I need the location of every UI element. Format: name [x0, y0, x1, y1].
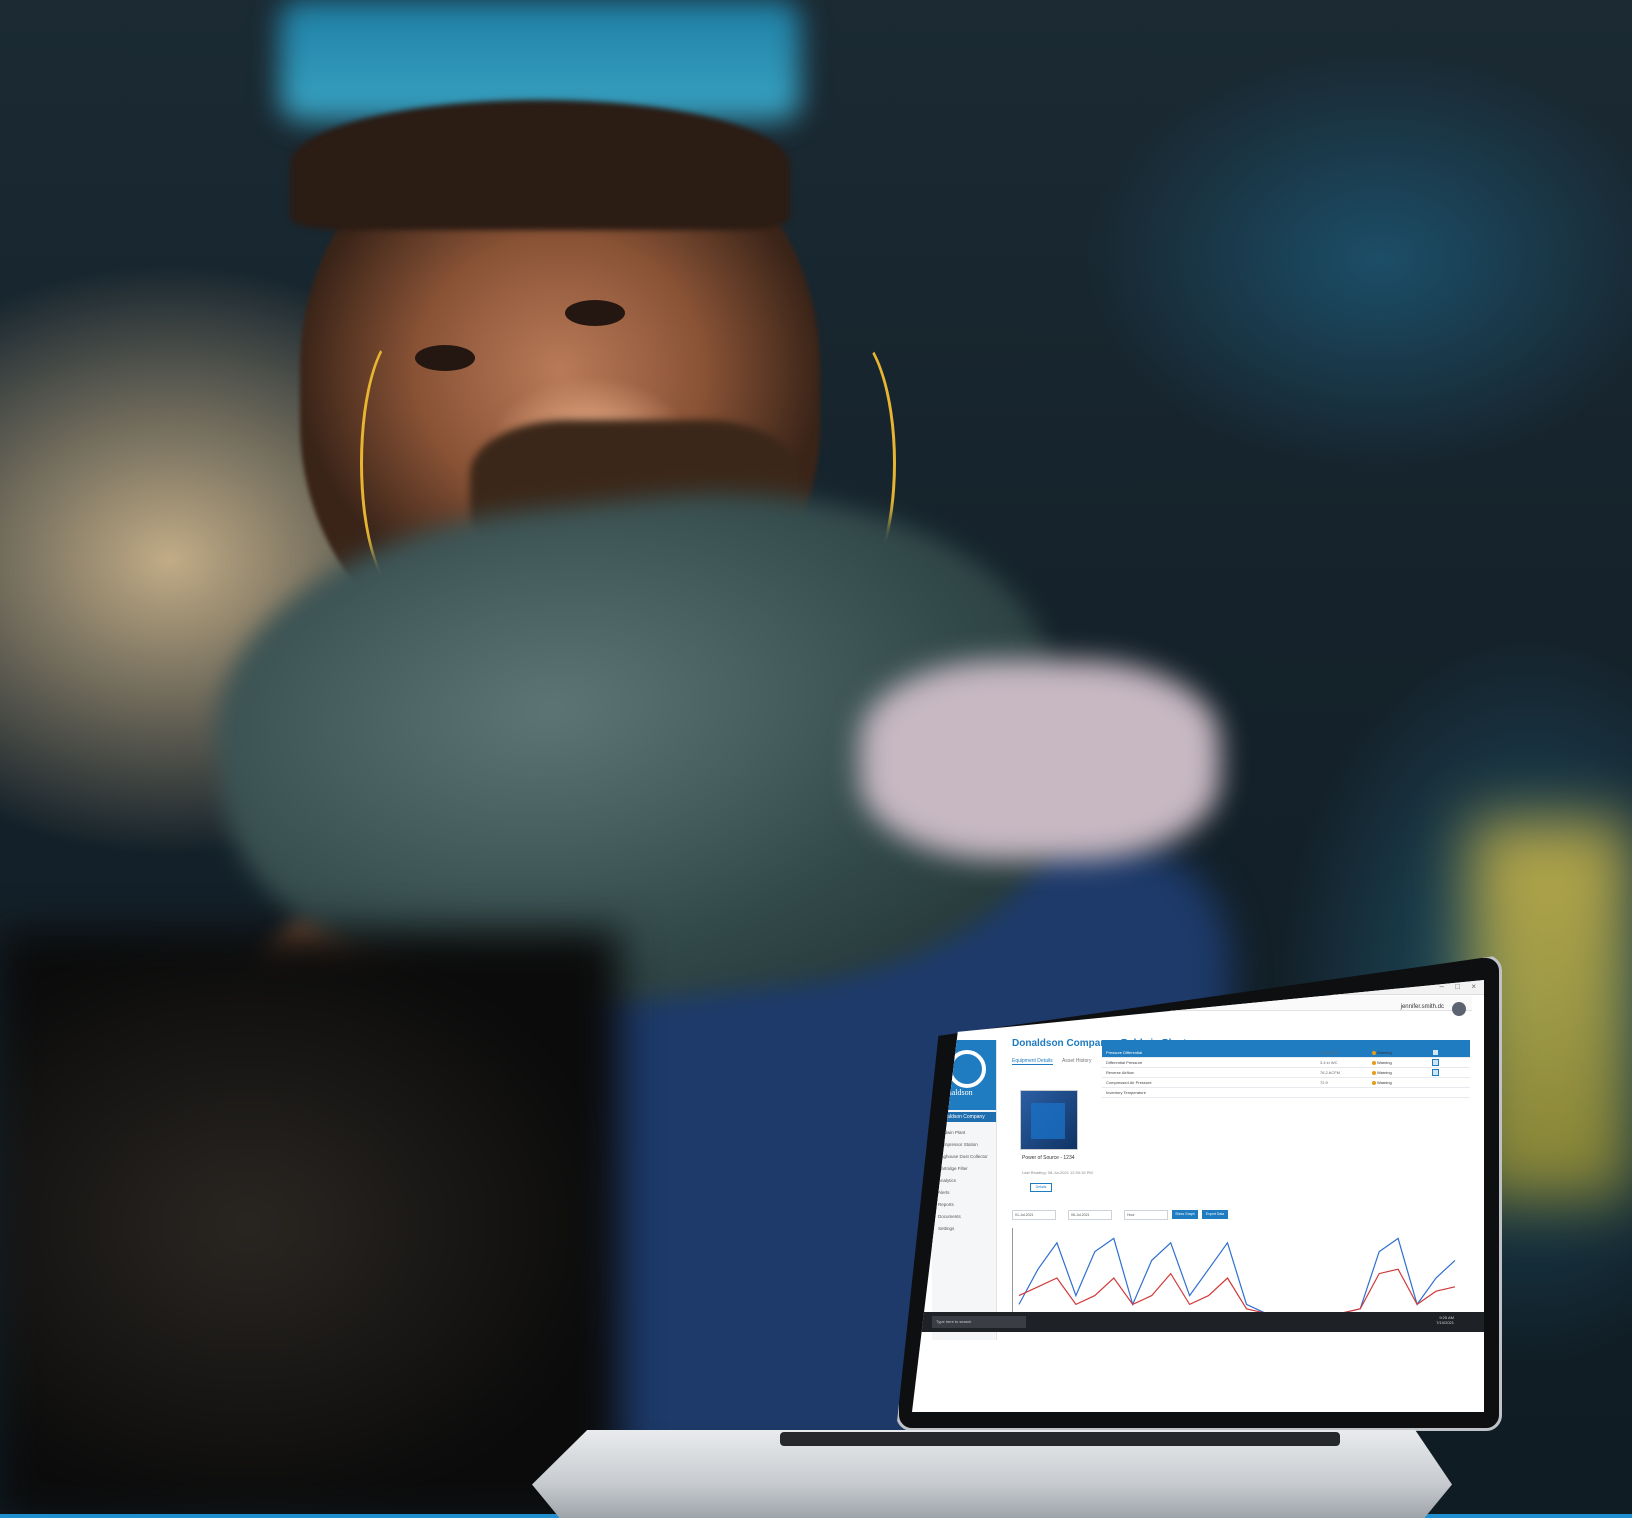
- asset-last-reading: Last Reading: 08-Jul-2021 12:00:16 PM: [1022, 1170, 1093, 1175]
- chart-controls: 01-Jul-2021 08-Jul-2021 Hour Show Graph …: [1012, 1202, 1452, 1224]
- asset-title: Power of Source - 1234: [1022, 1155, 1075, 1161]
- aggregation-select[interactable]: Hour: [1124, 1210, 1168, 1220]
- show-graph-button[interactable]: Show Graph: [1172, 1210, 1198, 1219]
- end-date-input[interactable]: 08-Jul-2021: [1068, 1210, 1112, 1220]
- status-dot: [1372, 1051, 1376, 1055]
- properties-table: Pressure Differential 3.4 in WC Warning …: [1102, 1040, 1470, 1098]
- laptop: – □ × jennifer.smith.dc Donaldson Donald…: [0, 0, 1632, 1518]
- graph-checkbox[interactable]: [1432, 1049, 1439, 1056]
- account-label: jennifer.smith.dc: [1400, 1004, 1444, 1010]
- table-row[interactable]: Inventory Temperature: [1102, 1088, 1470, 1098]
- sidebar-item[interactable]: Documents: [938, 1214, 961, 1219]
- status-dot: [1372, 1071, 1376, 1075]
- table-row[interactable]: Compressed Air Pressure 72.9 Warning: [1102, 1078, 1470, 1088]
- table-header: [1102, 1040, 1470, 1048]
- start-date-input[interactable]: 01-Jul-2021: [1012, 1210, 1056, 1220]
- table-row[interactable]: Differential Pressure 3.4 in WC Warning: [1102, 1058, 1470, 1068]
- table-row[interactable]: Reverse Airflow 76.2 ACFM Warning: [1102, 1068, 1470, 1078]
- sidebar-item[interactable]: Reports: [938, 1202, 954, 1207]
- close-button[interactable]: ×: [1471, 982, 1476, 991]
- details-button[interactable]: Details: [1030, 1183, 1052, 1192]
- maximize-button[interactable]: □: [1455, 982, 1460, 991]
- sidebar-item[interactable]: Settings: [938, 1226, 954, 1231]
- sidebar-item[interactable]: Alerts: [938, 1190, 950, 1195]
- export-data-button[interactable]: Export Data: [1202, 1210, 1228, 1219]
- tab-asset-history[interactable]: Asset History: [1062, 1058, 1091, 1064]
- graph-checkbox[interactable]: [1432, 1069, 1439, 1076]
- sidebar-item[interactable]: Analytics: [938, 1178, 956, 1183]
- status-dot: [1372, 1061, 1376, 1065]
- graph-checkbox[interactable]: [1432, 1059, 1439, 1066]
- table-row[interactable]: Pressure Differential 3.4 in WC Warning: [1102, 1048, 1470, 1058]
- taskbar-clock: 9:25 AM 7/10/2021: [1436, 1315, 1454, 1325]
- taskbar-search[interactable]: Type here to search: [932, 1316, 1026, 1328]
- windows-taskbar: Type here to search 9:25 AM 7/10/2021: [912, 1312, 1484, 1332]
- laptop-keyboard: [780, 1432, 1340, 1446]
- status-dot: [1372, 1081, 1376, 1085]
- avatar[interactable]: [1452, 1002, 1466, 1016]
- series-line-0: [1018, 1237, 1456, 1314]
- sidebar-item[interactable]: Baghouse Dust Collector: [938, 1154, 988, 1159]
- tab-equipment-details[interactable]: Equipment Details: [1012, 1058, 1053, 1065]
- laptop-screen: – □ × jennifer.smith.dc Donaldson Donald…: [912, 980, 1484, 1412]
- sidebar-item[interactable]: Cartridge Filter: [938, 1166, 968, 1171]
- equipment-image: [1020, 1090, 1078, 1150]
